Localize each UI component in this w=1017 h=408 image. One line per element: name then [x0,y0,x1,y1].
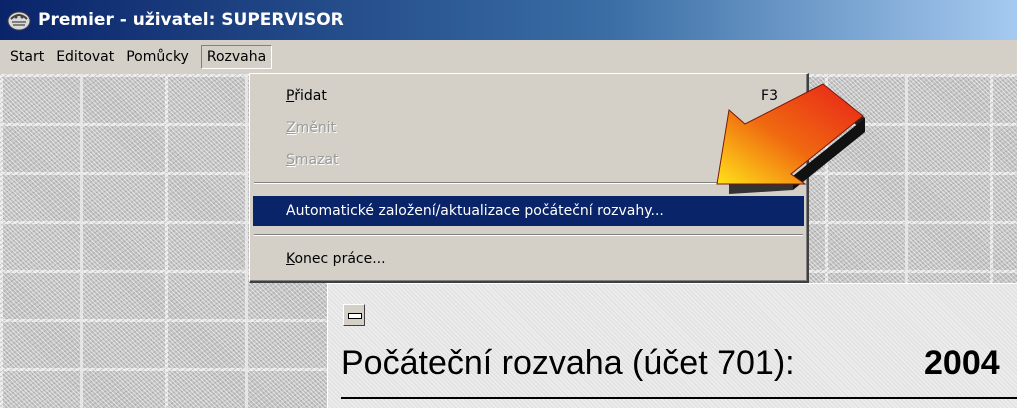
menu-editovat[interactable]: Editovat [50,45,120,69]
system-menu-icon[interactable] [343,304,365,326]
app-logo-icon[interactable] [6,7,32,33]
page-title: Počáteční rozvaha (účet 701): [341,344,795,382]
menu-item-label: Smazat [286,152,339,168]
menu-item-konec-prace[interactable]: Konec práce... [253,244,804,274]
title-bar: Premier - uživatel: SUPERVISOR [0,0,1017,40]
year-value: 2004 [924,344,1000,382]
menu-item-label: Automatické založení/aktualizace počáteč… [286,203,664,219]
menu-item-label: Změnit [286,120,337,136]
window-title: Premier - uživatel: SUPERVISOR [38,10,344,30]
pointer-arrow-icon [716,83,865,194]
menu-start[interactable]: Start [4,45,50,69]
title-underline [341,397,1017,399]
balance-sheet-window: Počáteční rozvaha (účet 701): 2004 [327,283,1017,408]
menu-item-label: Konec práce... [286,251,386,267]
menu-item-automaticke-zalozeni[interactable]: Automatické založení/aktualizace počáteč… [253,196,804,226]
menu-pomucky[interactable]: Pomůcky [120,45,195,69]
menu-item-label: Přidat [286,88,327,104]
menu-rozvaha[interactable]: Rozvaha [200,45,273,69]
menu-separator [254,234,803,236]
